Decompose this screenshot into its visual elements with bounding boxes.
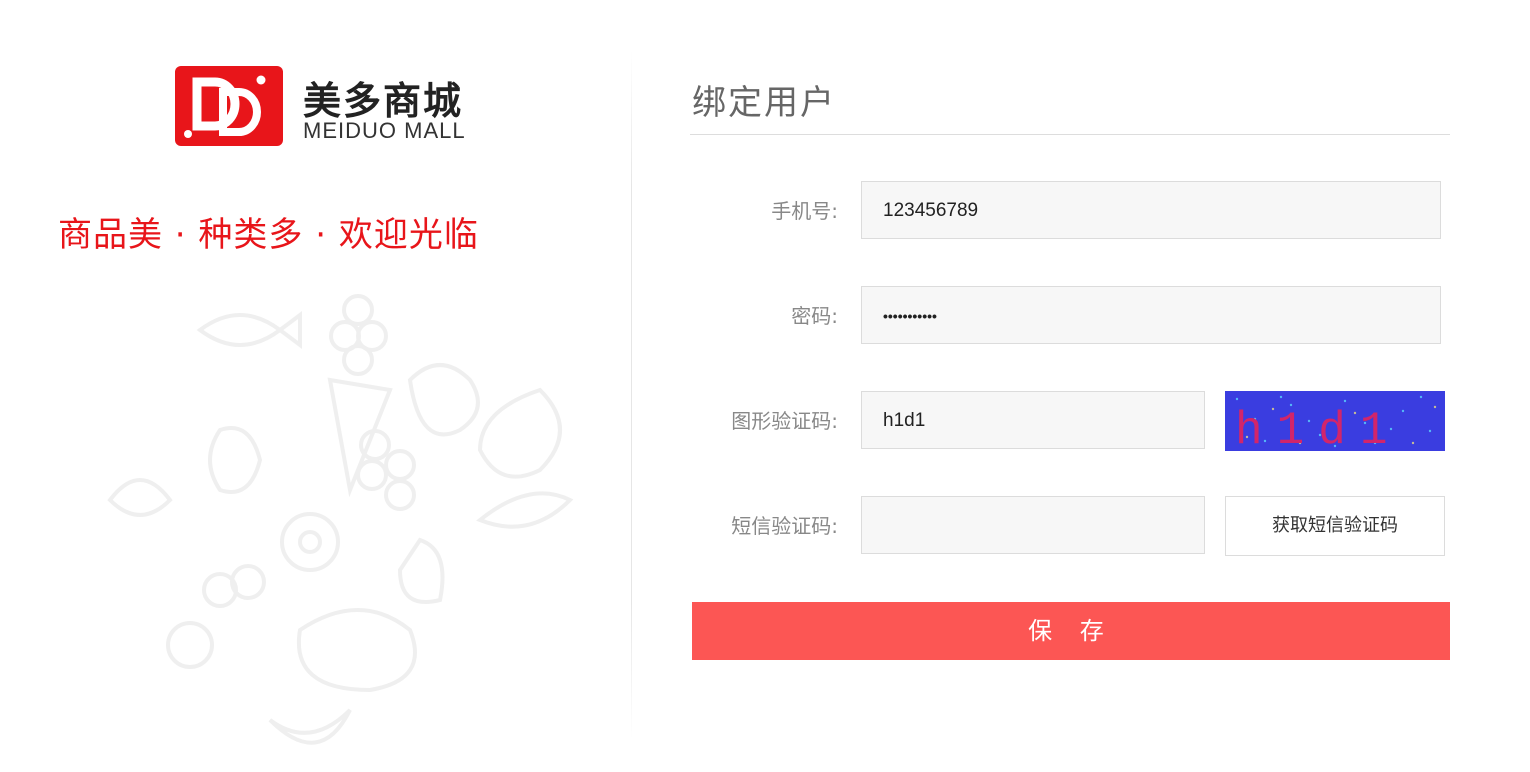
save-button[interactable]: 保 存 (692, 602, 1450, 660)
bind-user-form: 绑定用户 手机号: 123456789 密码: ••••••••••• 图形验证… (690, 0, 1452, 772)
brand-name-cn: 美多商城 (303, 79, 464, 123)
password-row: 密码: ••••••••••• (690, 286, 1450, 346)
sms-code-row: 短信验证码: 获取短信验证码 (690, 496, 1450, 556)
captcha-image[interactable]: h1d1 (1225, 391, 1445, 451)
slogan: 商品美 · 种类多 · 欢迎光临 (58, 215, 479, 255)
brand-name-en: MEIDUO MALL (303, 118, 466, 143)
page-title: 绑定用户 (692, 83, 836, 123)
panel-divider (631, 50, 632, 740)
get-sms-code-button[interactable]: 获取短信验证码 (1225, 496, 1445, 556)
image-code-input[interactable]: h1d1 (861, 391, 1205, 449)
food-illustration-icon (107, 294, 574, 745)
phone-label: 手机号: (771, 199, 838, 223)
image-code-row: 图形验证码: h1d1 h1d1 (690, 391, 1450, 451)
phone-input[interactable]: 123456789 (861, 181, 1441, 239)
logo-mark-icon (175, 66, 283, 146)
title-divider (690, 134, 1450, 135)
sms-code-input[interactable] (861, 496, 1205, 554)
password-input[interactable]: ••••••••••• (861, 286, 1441, 344)
password-label: 密码: (791, 304, 838, 328)
sms-code-label: 短信验证码: (731, 514, 838, 538)
phone-row: 手机号: 123456789 (690, 181, 1450, 241)
brand-panel: 美多商城 MEIDUO MALL 商品美 · 种类多 · 欢迎光临 (0, 0, 632, 772)
captcha-text: h1d1 (1235, 405, 1401, 451)
image-code-label: 图形验证码: (731, 409, 838, 433)
